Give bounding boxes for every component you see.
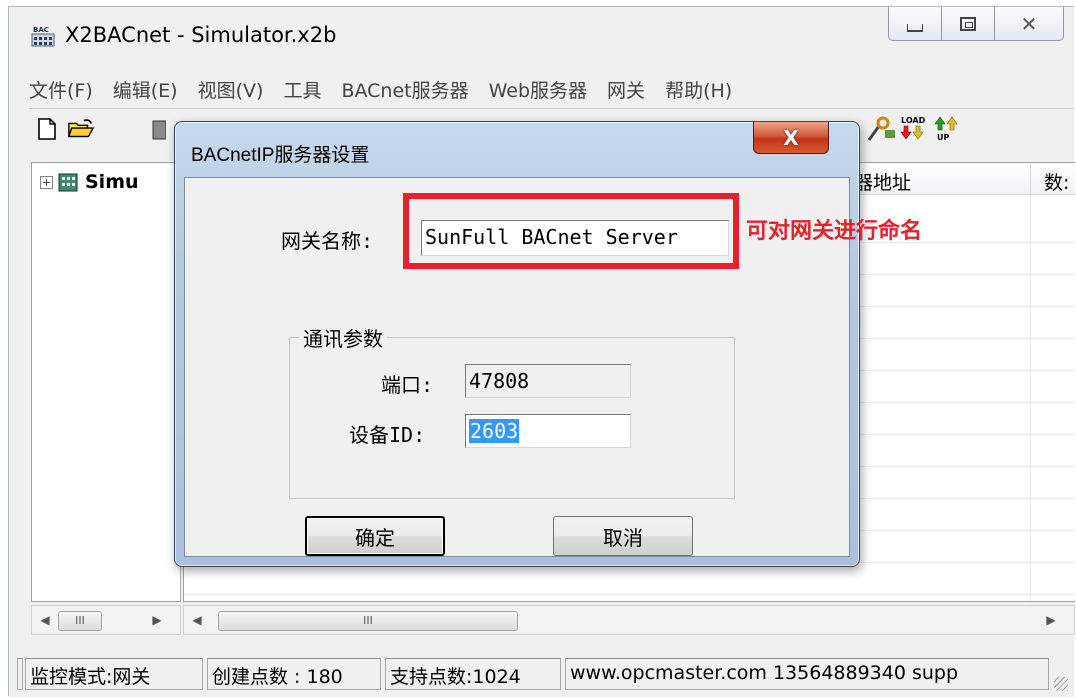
- tree-expand-icon[interactable]: +: [40, 175, 53, 189]
- cancel-button[interactable]: 取消: [553, 516, 693, 556]
- menu-edit[interactable]: 编辑(E): [113, 76, 178, 103]
- menu-help[interactable]: 帮助(H): [665, 76, 732, 103]
- scroll-left-icon[interactable]: ◀: [188, 611, 206, 629]
- bacnetip-settings-dialog: BACnetIP服务器设置 X 网关名称: SunFull BACnet Ser…: [174, 121, 860, 567]
- up-icon-text: UP: [937, 133, 949, 142]
- wrench-icon: [867, 116, 895, 141]
- tree-root-label[interactable]: Simu: [85, 171, 139, 193]
- load-icon-text: LOAD: [901, 116, 926, 125]
- scroll-right-icon[interactable]: ▶: [148, 611, 166, 629]
- window-title: X2BACnet - Simulator.x2b: [65, 23, 337, 47]
- upload-icon: UP: [934, 116, 958, 142]
- minimize-icon: [907, 23, 923, 32]
- status-supported-points: 支持点数:1024: [385, 658, 561, 690]
- device-id-label: 设备ID:: [349, 423, 426, 447]
- maximize-icon: [960, 16, 976, 31]
- list-hscrollbar[interactable]: ◀ III ▶: [183, 605, 1075, 635]
- port-label: 端口:: [381, 373, 434, 397]
- annotation-text: 可对网关进行命名: [746, 219, 923, 244]
- column-header-count[interactable]: 数:: [1044, 168, 1069, 195]
- svg-text:BAC: BAC: [33, 26, 49, 34]
- status-info: www.opcmaster.com 13564889340 supp: [565, 658, 1049, 690]
- grid-line: [184, 594, 1075, 595]
- building-icon: [58, 173, 78, 192]
- tree-pane[interactable]: + Simu: [31, 162, 181, 602]
- menu-bacnet-server[interactable]: BACnet服务器: [341, 76, 468, 103]
- menu-file[interactable]: 文件(F): [29, 76, 93, 103]
- new-file-button[interactable]: [33, 115, 61, 143]
- status-mode: 监控模式:网关: [25, 658, 203, 690]
- menu-view[interactable]: 视图(V): [198, 76, 264, 103]
- dialog-close-button[interactable]: X: [753, 122, 829, 154]
- menu-tools[interactable]: 工具: [283, 76, 321, 103]
- status-bar: 监控模式:网关 创建点数 : 180 支持点数:1024 www.opcmast…: [9, 655, 1074, 697]
- comm-params-label: 通讯参数: [299, 323, 387, 352]
- upload-button[interactable]: UP: [931, 115, 965, 143]
- scroll-thumb[interactable]: III: [58, 611, 102, 631]
- tree-root-node[interactable]: + Simu: [40, 171, 139, 193]
- bac-app-icon: BAC: [31, 26, 55, 47]
- status-created-points: 创建点数 : 180: [207, 658, 381, 690]
- column-divider[interactable]: [1030, 163, 1031, 195]
- scroll-right-icon[interactable]: ▶: [1042, 611, 1060, 629]
- device-id-selected-text: 2603: [469, 419, 520, 443]
- open-button[interactable]: [67, 115, 95, 143]
- scroll-thumb[interactable]: III: [218, 611, 518, 631]
- load-icon: LOAD: [900, 116, 926, 140]
- port-field[interactable]: 47808: [465, 364, 631, 398]
- annotation-highlight-box: [403, 193, 739, 269]
- menu-separator: [29, 108, 1074, 109]
- scroll-left-icon[interactable]: ◀: [36, 611, 54, 629]
- resize-grip-icon[interactable]: [1054, 677, 1068, 691]
- caption-buttons: ✕: [888, 7, 1064, 41]
- close-icon: ✕: [1020, 11, 1038, 36]
- title-bar[interactable]: BAC X2BACnet - Simulator.x2b ✕: [9, 7, 1074, 65]
- minimize-button[interactable]: [888, 7, 942, 41]
- new-file-icon: [38, 118, 56, 140]
- save-icon: [152, 120, 166, 140]
- ok-button[interactable]: 确定: [305, 516, 445, 556]
- tree-hscrollbar[interactable]: ◀ III ▶: [31, 605, 181, 635]
- scroll-grip: III: [363, 614, 373, 627]
- open-folder-icon: [67, 119, 95, 138]
- load-button[interactable]: LOAD: [897, 115, 931, 143]
- close-button[interactable]: ✕: [994, 7, 1064, 41]
- device-id-field[interactable]: 2603: [465, 414, 631, 448]
- save-button[interactable]: [145, 115, 173, 143]
- tool-wrench-button[interactable]: [865, 115, 899, 143]
- close-icon: X: [783, 125, 799, 150]
- menu-gateway[interactable]: 网关: [607, 76, 645, 103]
- dialog-title: BACnetIP服务器设置: [191, 145, 370, 166]
- gateway-name-label: 网关名称:: [281, 229, 374, 253]
- menu-bar: 文件(F) 编辑(E) 视图(V) 工具 BACnet服务器 Web服务器 网关…: [29, 73, 752, 105]
- scroll-grip: III: [75, 614, 85, 627]
- grid-column-line: [1030, 195, 1031, 601]
- column-header-address[interactable]: 器地址: [854, 168, 911, 195]
- maximize-button[interactable]: [941, 7, 995, 41]
- menu-web-server[interactable]: Web服务器: [489, 76, 587, 103]
- status-cell-edge: [17, 658, 23, 690]
